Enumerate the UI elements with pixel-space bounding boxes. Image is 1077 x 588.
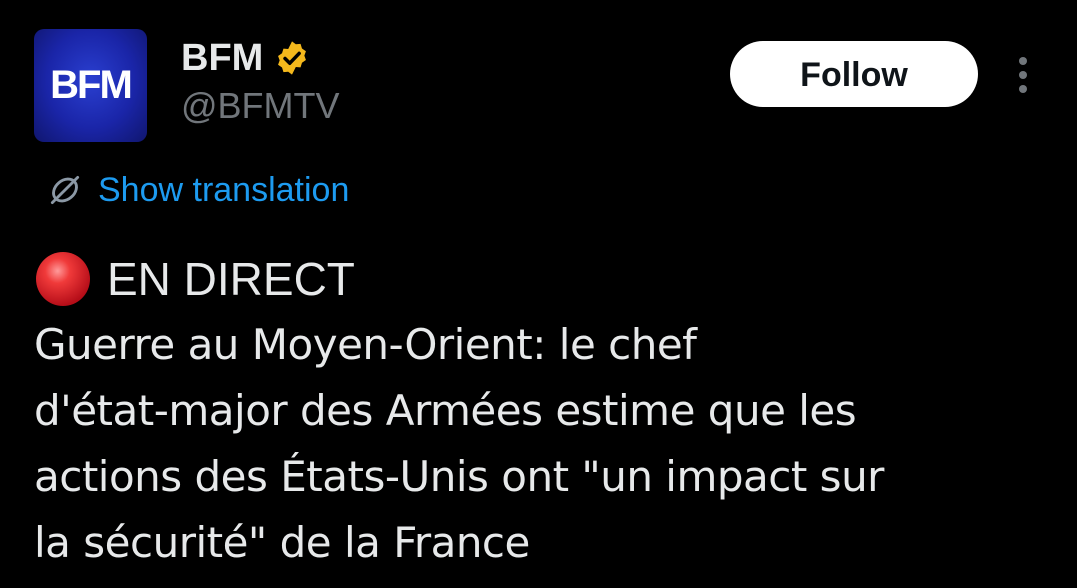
globe-translate-icon bbox=[46, 171, 84, 209]
avatar-logo-text: BFM bbox=[50, 63, 133, 107]
tweet-line: actions des États-Unis ont "un impact su… bbox=[34, 452, 884, 501]
avatar[interactable]: BFM bbox=[34, 29, 147, 142]
more-dot bbox=[1019, 57, 1027, 65]
more-dot bbox=[1019, 71, 1027, 79]
more-options-icon[interactable] bbox=[1008, 55, 1038, 95]
show-translation-link[interactable]: Show translation bbox=[98, 168, 349, 212]
show-translation-row[interactable]: Show translation bbox=[46, 168, 349, 212]
live-line: EN DIRECT bbox=[34, 246, 1044, 312]
red-circle-icon bbox=[34, 250, 92, 308]
follow-button[interactable]: Follow bbox=[730, 41, 978, 107]
more-dot bbox=[1019, 85, 1027, 93]
tweet-line: Guerre au Moyen-Orient: le chef bbox=[34, 320, 697, 369]
tweet-line: la sécurité" de la France bbox=[34, 518, 530, 567]
tweet-text: EN DIRECT Guerre au Moyen-Orient: le che… bbox=[34, 246, 1044, 576]
author-name-row: BFM bbox=[181, 36, 311, 80]
verified-badge-icon[interactable] bbox=[273, 39, 311, 77]
display-name[interactable]: BFM bbox=[181, 36, 263, 80]
live-label: EN DIRECT bbox=[107, 253, 355, 305]
author-handle[interactable]: @BFMTV bbox=[181, 84, 340, 128]
tweet-line: d'état-major des Armées estime que les bbox=[34, 386, 857, 435]
